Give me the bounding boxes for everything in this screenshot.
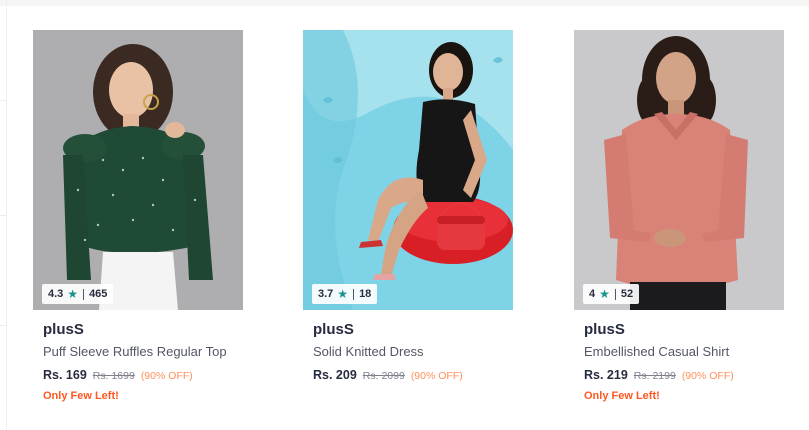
discount-percent: (90% OFF) — [681, 370, 734, 382]
stock-note: Only Few Left! — [43, 390, 119, 402]
filter-panel-edge — [0, 0, 7, 429]
rating-value: 3.7 — [318, 288, 334, 300]
product-brand: plusS — [313, 321, 354, 338]
star-icon: ★ — [67, 287, 79, 301]
rating-value: 4.3 — [48, 288, 64, 300]
rating-badge: 4 ★ 52 — [583, 284, 640, 304]
discount-percent: (90% OFF) — [410, 370, 463, 382]
original-price: Rs. 2099 — [362, 370, 405, 382]
original-price: Rs. 1699 — [92, 370, 135, 382]
stock-note: Only Few Left! — [584, 390, 660, 402]
product-price: Rs. 219 Rs. 2199 (90% OFF) — [584, 368, 734, 382]
rating-divider — [83, 288, 85, 300]
discounted-price: Rs. 219 — [584, 368, 628, 382]
rating-divider — [614, 288, 616, 300]
top-strip — [0, 0, 809, 6]
product-price: Rs. 209 Rs. 2099 (90% OFF) — [313, 368, 463, 382]
rating-count: 465 — [89, 288, 108, 300]
rating-value: 4 — [589, 288, 596, 300]
rating-badge: 4.3 ★ 465 — [42, 284, 114, 304]
product-name: Solid Knitted Dress — [313, 344, 424, 359]
product-card[interactable]: 3.7 ★ 18 plusS Solid Knitted Dress Rs. 2… — [303, 30, 513, 430]
discounted-price: Rs. 169 — [43, 368, 87, 382]
product-name: Embellished Casual Shirt — [584, 344, 730, 359]
rating-count: 52 — [620, 288, 634, 300]
discounted-price: Rs. 209 — [313, 368, 357, 382]
product-image[interactable] — [574, 30, 784, 310]
product-price: Rs. 169 Rs. 1699 (90% OFF) — [43, 368, 193, 382]
original-price: Rs. 2199 — [633, 370, 676, 382]
product-image[interactable] — [303, 30, 513, 310]
product-card[interactable]: 4 ★ 52 plusS Embellished Casual Shirt Rs… — [574, 30, 784, 430]
star-icon: ★ — [337, 287, 349, 301]
product-name: Puff Sleeve Ruffles Regular Top — [43, 344, 227, 359]
rating-count: 18 — [359, 288, 372, 300]
product-image[interactable] — [33, 30, 243, 310]
product-brand: plusS — [43, 321, 84, 338]
discount-percent: (90% OFF) — [140, 370, 193, 382]
rating-divider — [353, 288, 355, 300]
product-card[interactable]: 4.3 ★ 465 plusS Puff Sleeve Ruffles Regu… — [33, 30, 243, 430]
product-brand: plusS — [584, 321, 625, 338]
star-icon: ★ — [599, 287, 610, 301]
rating-badge: 3.7 ★ 18 — [312, 284, 378, 304]
